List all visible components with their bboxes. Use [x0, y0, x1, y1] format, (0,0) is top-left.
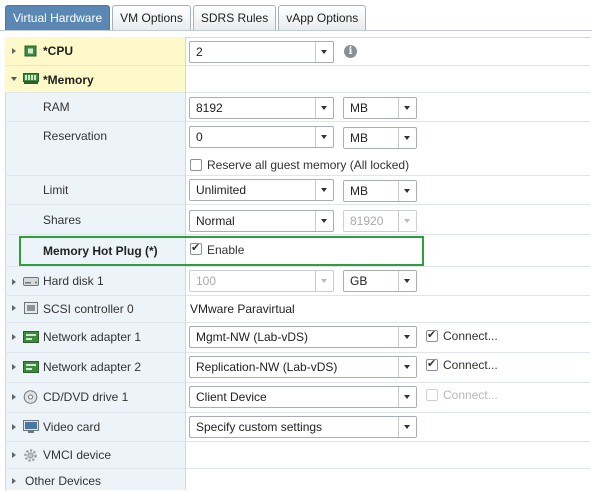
- net2-connect-checkbox[interactable]: [426, 357, 438, 371]
- expand-arrow-icon[interactable]: [12, 394, 16, 400]
- reserve-all-checkbox[interactable]: [190, 159, 202, 171]
- limit-combo[interactable]: Unlimited: [189, 179, 334, 201]
- net1-network-value: Mgmt-NW (Lab-vDS): [196, 330, 309, 344]
- scsi-controller-icon: [24, 302, 38, 314]
- reservation-unit-value: MB: [350, 131, 368, 145]
- tab-virtual-hardware[interactable]: Virtual Hardware: [5, 5, 111, 31]
- reservation-value: 0: [196, 130, 203, 144]
- limit-unit-select[interactable]: MB: [343, 180, 417, 202]
- shares-amount-combo: 81920: [343, 210, 417, 232]
- ram-value: 8192: [196, 101, 223, 115]
- net2-network-value: Replication-NW (Lab-vDS): [196, 360, 338, 374]
- ram-unit-value: MB: [350, 101, 368, 115]
- harddisk-size-value: 100: [196, 274, 217, 288]
- cpu-icon: [24, 45, 38, 57]
- harddisk-unit-select[interactable]: GB: [343, 270, 417, 292]
- expand-arrow-icon[interactable]: [12, 478, 16, 484]
- cd-connect-checkbox: [426, 389, 438, 401]
- ram-unit-select[interactable]: MB: [343, 97, 417, 119]
- chevron-down-icon[interactable]: [315, 98, 333, 118]
- chevron-down-icon[interactable]: [398, 387, 416, 407]
- cd-connect-label: Connect...: [443, 388, 498, 402]
- scsi-label: SCSI controller 0: [43, 302, 134, 316]
- expand-arrow-icon[interactable]: [12, 305, 16, 311]
- expand-arrow-icon[interactable]: [12, 48, 16, 54]
- chevron-down-icon: [315, 271, 333, 291]
- shares-amount-value: 81920: [350, 214, 384, 228]
- net1-connect-checkbox[interactable]: [426, 328, 438, 342]
- info-icon[interactable]: i: [344, 45, 357, 58]
- shares-select[interactable]: Normal: [189, 210, 334, 232]
- limit-label: Limit: [43, 183, 69, 197]
- net1-network-select[interactable]: Mgmt-NW (Lab-vDS): [189, 326, 417, 348]
- cpu-label: *CPU: [43, 44, 74, 58]
- reservation-combo[interactable]: 0: [189, 126, 334, 148]
- collapse-arrow-icon[interactable]: [11, 77, 17, 81]
- chevron-down-icon[interactable]: [398, 98, 416, 118]
- harddisk-unit-value: GB: [350, 274, 368, 288]
- memory-label: *Memory: [43, 73, 94, 87]
- net2-network-select[interactable]: Replication-NW (Lab-vDS): [189, 356, 417, 378]
- net1-connect-label: Connect...: [443, 329, 498, 343]
- scsi-type-value: VMware Paravirtual: [190, 302, 295, 316]
- cpu-count-value: 2: [196, 45, 203, 59]
- limit-value: Unlimited: [196, 183, 247, 197]
- net2-connect-label: Connect...: [443, 358, 498, 372]
- chevron-down-icon[interactable]: [398, 181, 416, 201]
- other-devices-label: Other Devices: [25, 474, 102, 488]
- chevron-down-icon[interactable]: [315, 180, 333, 200]
- video-settings-value: Specify custom settings: [196, 420, 323, 434]
- net1-label: Network adapter 1: [43, 330, 142, 344]
- cd-dvd-icon: [23, 390, 38, 404]
- memory-icon: [23, 73, 39, 85]
- tab-vapp-options[interactable]: vApp Options: [278, 5, 367, 31]
- tab-divider: [0, 30, 592, 31]
- shares-label: Shares: [43, 213, 82, 227]
- chevron-down-icon: [398, 211, 416, 231]
- tab-vm-options[interactable]: VM Options: [112, 5, 191, 31]
- chevron-down-icon[interactable]: [398, 271, 416, 291]
- chevron-down-icon[interactable]: [315, 211, 333, 231]
- cpu-count-combo[interactable]: 2: [189, 41, 334, 63]
- net2-label: Network adapter 2: [43, 360, 142, 374]
- reserve-all-label: Reserve all guest memory (All locked): [207, 158, 410, 172]
- network-adapter-icon: [23, 361, 39, 373]
- video-settings-select[interactable]: Specify custom settings: [189, 416, 417, 438]
- limit-unit-value: MB: [350, 184, 368, 198]
- chevron-down-icon[interactable]: [398, 327, 416, 347]
- chevron-down-icon[interactable]: [315, 127, 333, 147]
- highlight-box: [19, 236, 424, 266]
- cd-device-select[interactable]: Client Device: [189, 386, 417, 408]
- tab-sdrs-rules[interactable]: SDRS Rules: [192, 5, 277, 31]
- chevron-down-icon[interactable]: [398, 128, 416, 148]
- video-card-icon: [23, 420, 39, 433]
- expand-arrow-icon[interactable]: [12, 334, 16, 340]
- tab-bar: Virtual Hardware VM Options SDRS Rules v…: [5, 5, 368, 31]
- ram-combo[interactable]: 8192: [189, 97, 334, 119]
- reservation-unit-select[interactable]: MB: [343, 127, 417, 149]
- cd-device-value: Client Device: [196, 390, 267, 404]
- hard-disk-icon: [23, 276, 39, 288]
- chevron-down-icon[interactable]: [398, 417, 416, 437]
- chevron-down-icon[interactable]: [315, 42, 333, 62]
- network-adapter-icon: [23, 331, 39, 343]
- chevron-down-icon[interactable]: [398, 357, 416, 377]
- vmci-label: VMCI device: [43, 448, 112, 462]
- expand-arrow-icon[interactable]: [12, 452, 16, 458]
- reservation-label: Reservation: [43, 129, 108, 143]
- harddisk-label: Hard disk 1: [43, 274, 104, 288]
- vmci-gear-icon: [23, 448, 37, 462]
- video-label: Video card: [43, 420, 101, 434]
- harddisk-size-combo: 100: [189, 270, 334, 292]
- ram-label: RAM: [43, 100, 70, 114]
- shares-value: Normal: [196, 214, 235, 228]
- expand-arrow-icon[interactable]: [12, 279, 16, 285]
- cd-label: CD/DVD drive 1: [43, 390, 129, 404]
- expand-arrow-icon[interactable]: [12, 424, 16, 430]
- expand-arrow-icon[interactable]: [12, 364, 16, 370]
